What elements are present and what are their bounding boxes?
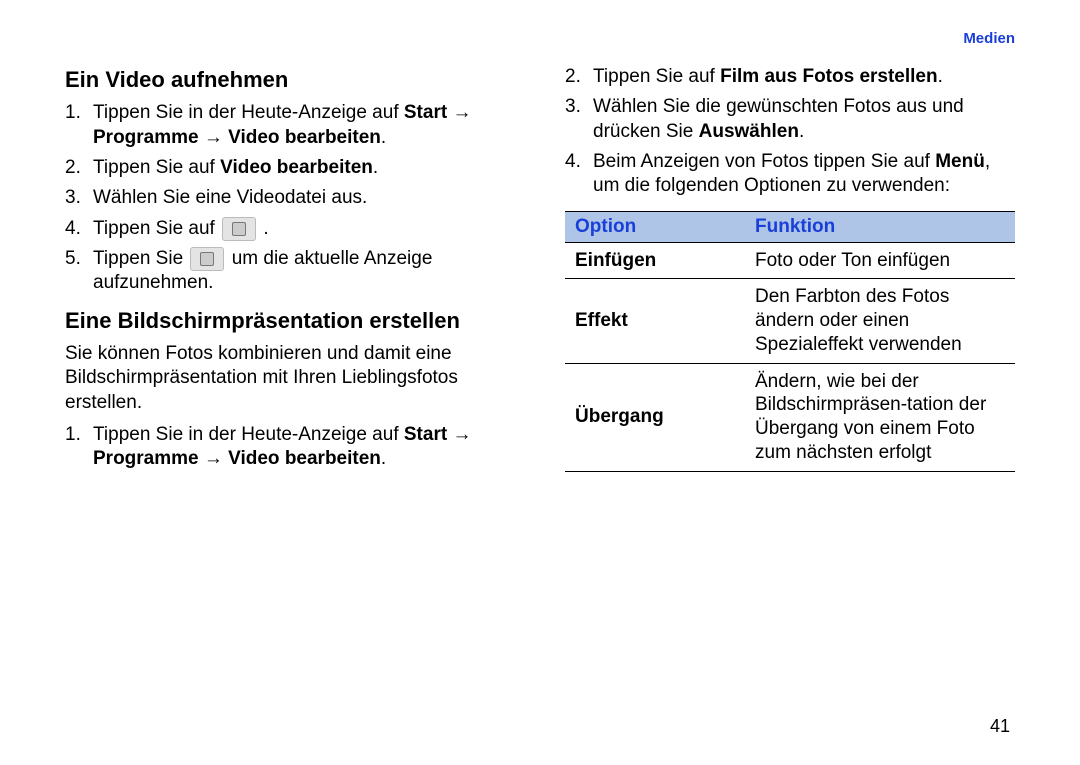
td-option: Einfügen: [565, 242, 745, 279]
step-item: Beim Anzeigen von Fotos tippen Sie auf M…: [565, 150, 1015, 199]
step-text: Tippen Sie auf: [93, 218, 220, 239]
page-number: 41: [990, 716, 1010, 737]
step-bold: Menü: [935, 151, 985, 172]
step-text: .: [381, 448, 386, 469]
td-function: Foto oder Ton einfügen: [745, 242, 1015, 279]
manual-page: Medien Ein Video aufnehmen Tippen Sie in…: [0, 0, 1080, 765]
step-text: Beim Anzeigen von Fotos tippen Sie auf: [593, 151, 935, 172]
step-item: Tippen Sie auf Film aus Fotos erstellen.: [565, 65, 1015, 89]
left-column: Ein Video aufnehmen Tippen Sie in der He…: [65, 57, 515, 484]
steps-record-video: Tippen Sie in der Heute-Anzeige auf Star…: [65, 101, 515, 295]
td-option: Übergang: [565, 363, 745, 471]
step-text: Tippen Sie auf: [93, 157, 220, 178]
step-bold: Film aus Fotos erstellen: [720, 66, 938, 87]
th-option: Option: [565, 211, 745, 242]
step-text: .: [938, 66, 943, 87]
step-item: Wählen Sie eine Videodatei aus.: [65, 186, 515, 210]
step-item: Tippen Sie um die aktuelle Anzeige aufzu…: [65, 247, 515, 296]
options-table: Option Funktion Einfügen Foto oder Ton e…: [565, 211, 1015, 472]
steps-slideshow-right: Tippen Sie auf Film aus Fotos erstellen.…: [565, 65, 1015, 199]
steps-slideshow-left: Tippen Sie in der Heute-Anzeige auf Star…: [65, 423, 515, 472]
td-function: Ändern, wie bei der Bildschirmpräsen-tat…: [745, 363, 1015, 471]
heading-record-video: Ein Video aufnehmen: [65, 67, 515, 93]
table-row: Übergang Ändern, wie bei der Bildschirmp…: [565, 363, 1015, 471]
step-text: .: [258, 218, 269, 239]
table-row: Effekt Den Farbton des Fotos ändern oder…: [565, 279, 1015, 363]
step-text: Tippen Sie in der Heute-Anzeige auf: [93, 424, 404, 445]
heading-slideshow: Eine Bildschirmpräsentation erstellen: [65, 308, 515, 334]
step-text: Tippen Sie: [93, 248, 188, 269]
table-header-row: Option Funktion: [565, 211, 1015, 242]
step-item: Wählen Sie die gewünschten Fotos aus und…: [565, 95, 1015, 144]
step-bold: Auswählen: [699, 121, 799, 142]
td-option: Effekt: [565, 279, 745, 363]
td-function: Den Farbton des Fotos ändern oder einen …: [745, 279, 1015, 363]
th-function: Funktion: [745, 211, 1015, 242]
table-row: Einfügen Foto oder Ton einfügen: [565, 242, 1015, 279]
step-item: Tippen Sie in der Heute-Anzeige auf Star…: [65, 423, 515, 472]
two-column-layout: Ein Video aufnehmen Tippen Sie in der He…: [65, 57, 1015, 484]
step-text: Tippen Sie in der Heute-Anzeige auf: [93, 102, 404, 123]
right-column: Tippen Sie auf Film aus Fotos erstellen.…: [565, 57, 1015, 484]
step-item: Tippen Sie auf .: [65, 217, 515, 241]
step-item: Tippen Sie auf Video bearbeiten.: [65, 156, 515, 180]
step-item: Tippen Sie in der Heute-Anzeige auf Star…: [65, 101, 515, 150]
tool-icon: [222, 217, 256, 241]
step-text: .: [373, 157, 378, 178]
section-header: Medien: [65, 30, 1015, 47]
intro-text: Sie können Fotos kombinieren und damit e…: [65, 342, 515, 415]
camera-icon: [190, 247, 224, 271]
step-text: .: [799, 121, 804, 142]
step-text: Tippen Sie auf: [593, 66, 720, 87]
step-text: Wählen Sie eine Videodatei aus.: [93, 187, 367, 208]
step-bold: Video bearbeiten: [220, 157, 373, 178]
step-text: .: [381, 127, 386, 148]
